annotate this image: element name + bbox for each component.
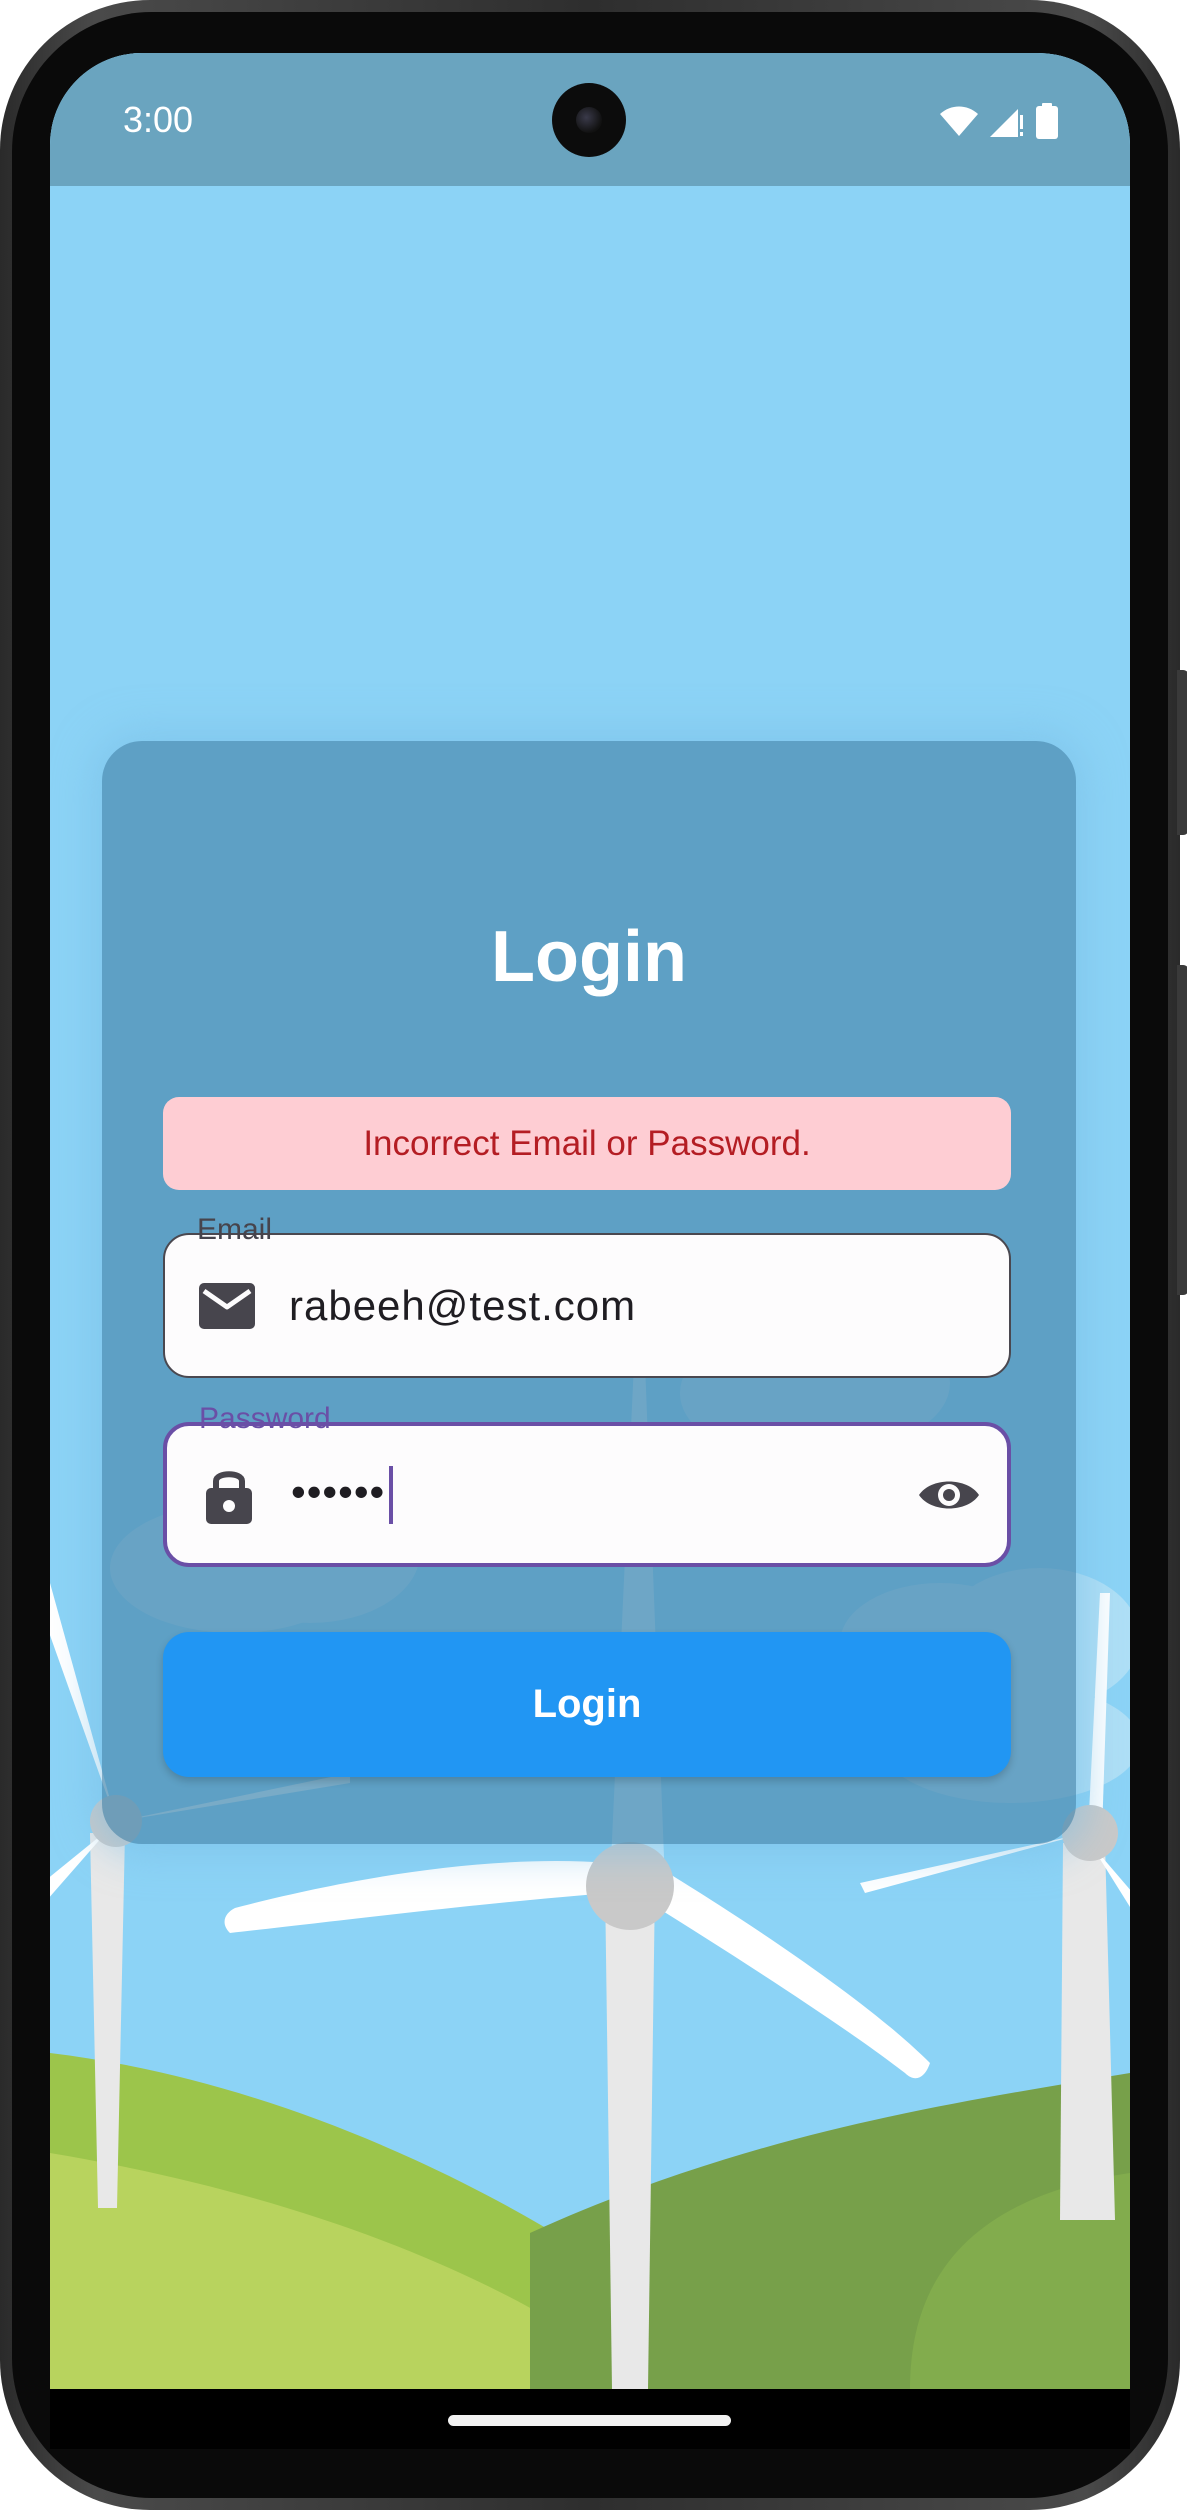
battery-icon (1036, 103, 1058, 139)
lock-icon (199, 1465, 259, 1525)
password-input-value[interactable]: •••••• (291, 1465, 394, 1524)
power-button (1177, 965, 1187, 1295)
eye-icon[interactable] (917, 1463, 981, 1527)
mail-icon (197, 1276, 257, 1336)
status-bar: 3:00 (50, 53, 1130, 186)
wifi-icon (940, 106, 978, 136)
password-label: Password (199, 1402, 331, 1435)
status-time: 3:00 (123, 99, 194, 140)
password-dots: •••••• (291, 1467, 386, 1515)
email-label: Email (197, 1213, 273, 1246)
login-button[interactable]: Login (163, 1632, 1011, 1777)
password-field[interactable]: Password •••••• (163, 1402, 1011, 1567)
login-button-label: Login (532, 1682, 642, 1726)
cell-signal-icon (990, 109, 1023, 137)
volume-button (1177, 670, 1187, 835)
error-message-text: Incorrect Email or Password. (363, 1123, 811, 1163)
home-indicator[interactable] (448, 2415, 731, 2426)
email-input-value[interactable]: rabeeh@test.com (289, 1282, 636, 1330)
app-screen: 3:00 Login Incorrect Email or Password. … (50, 53, 1130, 2389)
error-message: Incorrect Email or Password. (163, 1097, 1011, 1190)
login-title: Login (491, 917, 687, 997)
email-field[interactable]: Email rabeeh@test.com (163, 1213, 1011, 1378)
status-icons (940, 103, 1058, 139)
front-camera (552, 83, 626, 157)
text-caret (389, 1465, 394, 1524)
